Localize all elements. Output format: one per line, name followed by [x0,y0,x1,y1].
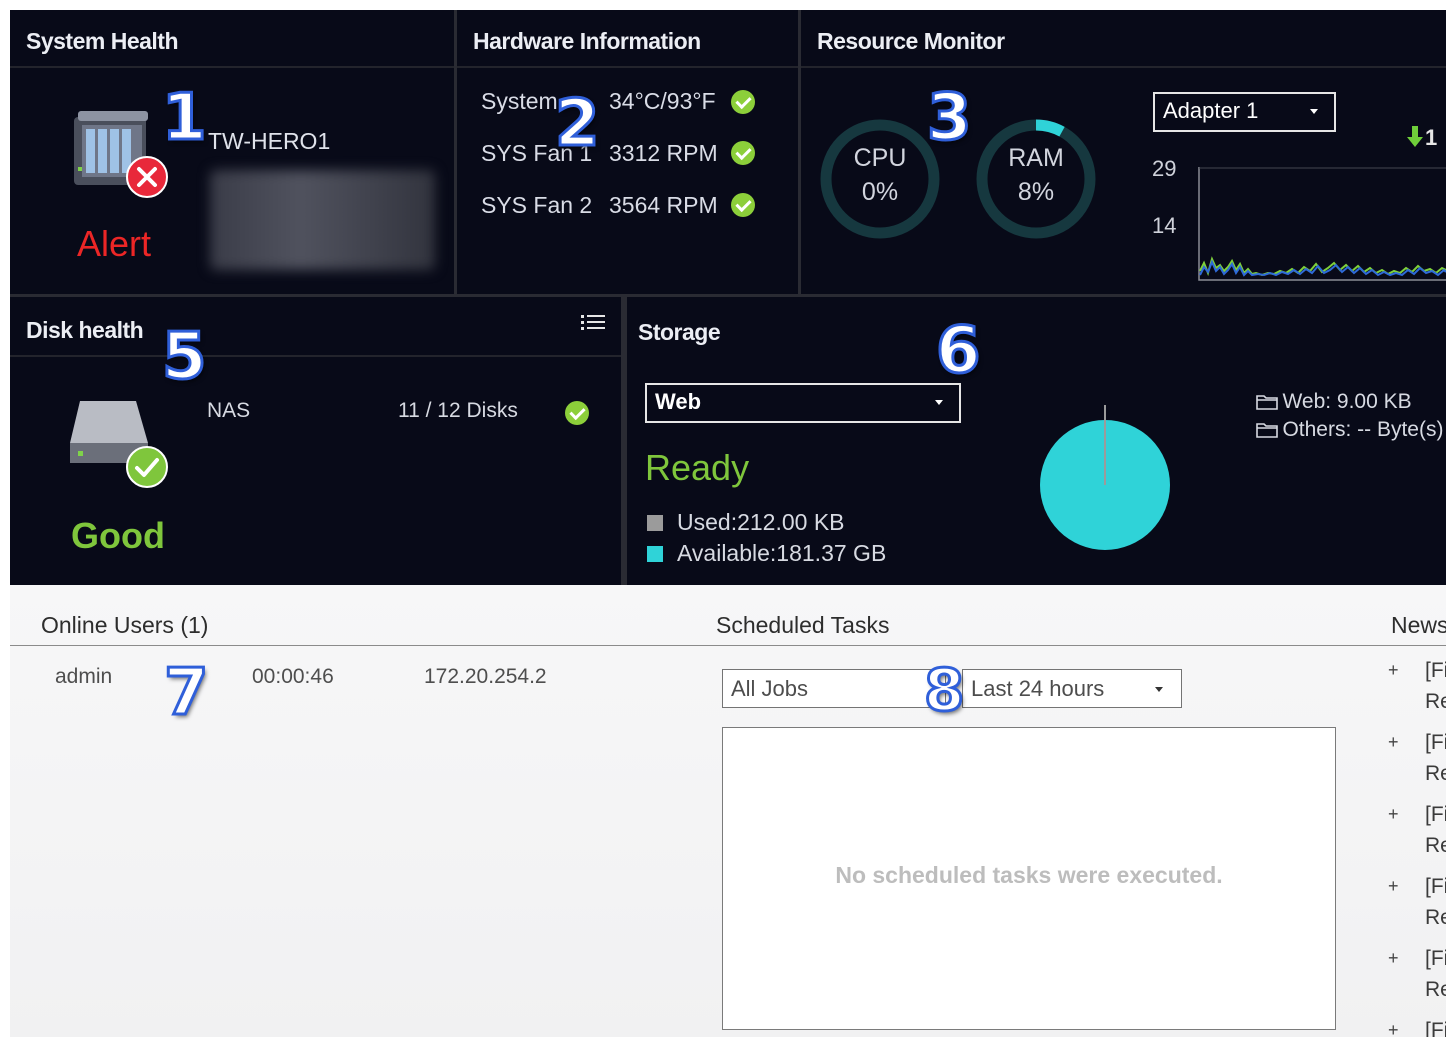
hw-row-label: System [481,88,558,114]
volume-select-value: Web [655,389,702,414]
callout-number-7: 7 [163,656,211,730]
news-item-subtitle: Re [1425,690,1446,713]
callout-number-8: 8 [922,656,965,724]
expand-plus-icon[interactable]: + [1388,804,1399,825]
redacted-info [210,170,435,270]
divider [10,645,1446,646]
storage-title: Storage [638,319,721,345]
news-item-title: [Fi [1425,803,1446,826]
resource-monitor-title: Resource Monitor [817,28,1005,54]
chevron-down-icon [1155,687,1163,692]
storage-legend-others: Others: -- Byte(s) [1256,418,1443,442]
system-status-label: Alert [77,223,152,264]
divider [457,66,798,68]
news-item-subtitle: Re [1425,762,1446,785]
job-filter-select[interactable]: All Jobs [722,669,946,708]
callout-number-5: 5 [161,320,209,394]
news-item-subtitle: Re [1425,834,1446,857]
callout-number-6: 6 [935,314,983,388]
used-swatch [647,515,663,531]
user-name: admin [55,665,113,688]
legend-others-text: Others: -- Byte(s) [1282,418,1444,441]
cpu-value: 0% [861,178,899,206]
expand-plus-icon[interactable]: + [1388,660,1399,681]
hw-row-value: 34°C/93°F [609,88,716,114]
storage-pie-chart [1040,405,1170,550]
y-tick: 29 [1152,156,1177,181]
hw-row-label: SYS Fan 2 [481,192,593,218]
hardware-info-panel: Hardware Information System 34°C/93°F SY… [457,10,801,297]
callout-number-2: 2 [554,87,602,161]
callout-number-3: 3 [926,81,974,155]
storage-legend-web: Web: 9.00 KB [1256,390,1412,414]
hardware-info-title: Hardware Information [473,28,701,54]
available-swatch [647,546,663,562]
hw-row-value: 3312 RPM [609,140,718,166]
divider [801,66,1446,68]
disk-source: NAS [207,399,251,422]
download-arrow-icon [1407,126,1423,147]
ok-check-icon [565,401,589,425]
news-item-subtitle: Re [1425,978,1446,1001]
y-tick: 14 [1152,213,1177,238]
storage-status: Ready [645,447,750,488]
chevron-down-icon [1310,109,1318,114]
online-users-title: Online Users (1) [41,612,209,638]
folder-icon [1256,395,1278,410]
divider [10,66,454,68]
ram-value: 8% [1017,178,1055,206]
expand-plus-icon[interactable]: + [1388,1020,1399,1037]
time-filter-value: Last 24 hours [971,676,1105,701]
available-text: Available:181.37 GB [677,540,887,566]
chevron-down-icon [935,400,943,405]
network-traffic-chart [1198,167,1446,281]
legend-web-text: Web: 9.00 KB [1282,390,1412,413]
device-name: TW-HERO1 [208,128,331,154]
ok-check-icon [731,141,755,165]
expand-plus-icon[interactable]: + [1388,732,1399,753]
system-health-title: System Health [26,28,179,54]
scheduled-tasks-list: No scheduled tasks were executed. [722,727,1336,1030]
expand-plus-icon[interactable]: + [1388,876,1399,897]
user-ip: 172.20.254.2 [424,665,547,688]
user-session-duration: 00:00:46 [252,665,334,688]
adapter-select[interactable]: Adapter 1 [1153,92,1336,132]
resource-monitor-panel: Resource Monitor CPU 0% RAM 8% Adapter 1… [801,10,1446,297]
job-filter-value: All Jobs [731,676,809,701]
hw-row-value: 3564 RPM [609,192,718,218]
disk-status-label: Good [71,515,165,556]
ram-label: RAM [1008,144,1064,172]
used-text: Used:212.00 KB [677,509,845,535]
time-filter-select[interactable]: Last 24 hours [962,669,1182,708]
news-item-subtitle: Re [1425,906,1446,929]
empty-message: No scheduled tasks were executed. [835,862,1223,888]
dashboard-dark-area: System Health TW-HERO1 Alert Hardware In… [10,10,1446,585]
ok-check-icon [731,193,755,217]
adapter-select-value: Adapter 1 [1163,98,1259,123]
news-item-title: [Fi [1425,875,1446,898]
callout-number-1: 1 [161,81,209,155]
news-title: News [1391,612,1446,638]
dashboard-light-area: Online Users (1) Scheduled Tasks News ad… [10,585,1446,1037]
news-item-title: [Fi [1425,731,1446,754]
disk-health-title: Disk health [26,317,144,343]
ok-check-icon [126,446,168,488]
disk-health-panel: Disk health NAS 11 / 12 Disks Good 5 [10,297,624,585]
scheduled-tasks-title: Scheduled Tasks [716,612,890,638]
news-item-title: [Fi [1425,659,1446,682]
traffic-value: 1 [1425,125,1438,150]
expand-plus-icon[interactable]: + [1388,948,1399,969]
divider [10,355,621,357]
folder-icon [1256,423,1278,438]
volume-select[interactable]: Web [645,383,961,423]
news-item-title: [Fi [1425,1019,1446,1037]
news-item-title: [Fi [1425,947,1446,970]
system-health-panel: System Health TW-HERO1 Alert [10,10,457,297]
disk-count: 11 / 12 Disks [398,399,518,422]
cpu-label: CPU [853,144,907,172]
error-x-icon [126,156,168,198]
list-icon[interactable] [581,314,605,332]
storage-panel: Storage Web Ready Used:212.00 KB Availab… [624,297,1446,585]
ok-check-icon [731,90,755,114]
